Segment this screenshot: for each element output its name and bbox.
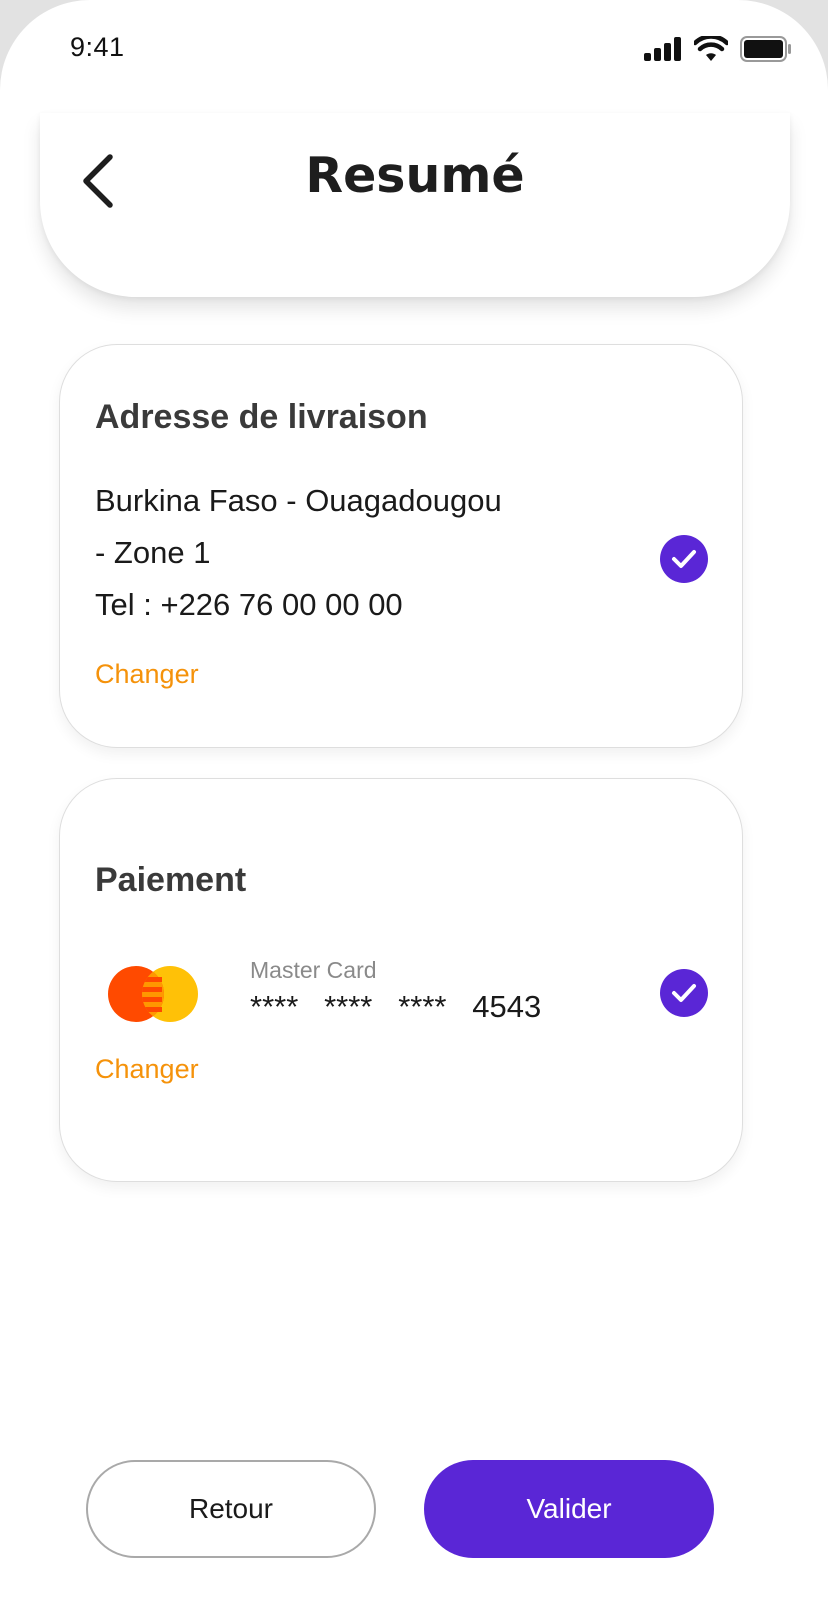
payment-card-title: Paiement bbox=[95, 861, 247, 899]
back-text-button[interactable]: Retour bbox=[86, 1460, 376, 1558]
payment-selected-badge[interactable] bbox=[660, 969, 708, 1017]
header-card: Resumé bbox=[40, 113, 790, 297]
check-icon bbox=[672, 984, 696, 1002]
battery-icon bbox=[740, 36, 792, 67]
payment-card: Paiement Master Card **** **** **** 4543… bbox=[59, 778, 743, 1182]
status-time: 9:41 bbox=[70, 32, 125, 62]
status-icons bbox=[644, 34, 792, 67]
validate-button[interactable]: Valider bbox=[424, 1460, 714, 1558]
address-selected-badge[interactable] bbox=[660, 535, 708, 583]
address-line-2: - Zone 1 bbox=[95, 535, 211, 570]
delivery-address-card: Adresse de livraison Burkina Faso - Ouag… bbox=[59, 344, 743, 748]
change-payment-link[interactable]: Changer bbox=[95, 1054, 199, 1085]
cellular-signal-icon bbox=[644, 37, 682, 66]
page-title: Resumé bbox=[305, 147, 525, 204]
check-icon bbox=[672, 550, 696, 568]
card-number: **** **** **** 4543 bbox=[250, 989, 542, 1024]
phone-screen: 9:41 Resumé Adresse de livraison Burkina… bbox=[0, 0, 828, 1622]
wifi-icon bbox=[692, 34, 730, 67]
address-card-title: Adresse de livraison bbox=[95, 398, 428, 436]
address-phone: Tel : +226 76 00 00 00 bbox=[95, 587, 403, 622]
change-address-link[interactable]: Changer bbox=[95, 659, 199, 690]
address-line-1: Burkina Faso - Ouagadougou bbox=[95, 483, 502, 518]
card-brand-label: Master Card bbox=[250, 957, 377, 983]
mastercard-logo-icon bbox=[106, 964, 202, 1024]
